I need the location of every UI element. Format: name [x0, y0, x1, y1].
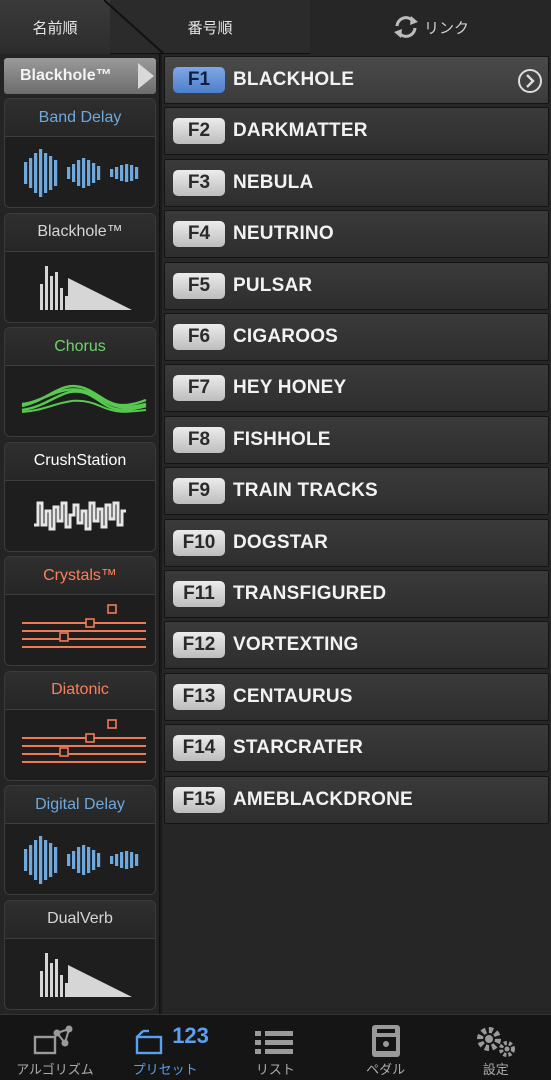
algorithm-tile[interactable]: Crystals™ — [4, 556, 156, 666]
algorithm-list: Blackhole™ Band Delay Blackhole™ Chorus … — [0, 54, 160, 1014]
nav-label: プリセット — [132, 1062, 198, 1077]
preset-row[interactable]: F11 TRANSFIGURED — [164, 570, 549, 618]
algorithm-label: Band Delay — [5, 99, 155, 137]
delay-bars-icon — [5, 824, 155, 894]
preset-number-badge: F7 — [173, 375, 225, 402]
preset-name: BLACKHOLE — [233, 69, 355, 90]
preset-row[interactable]: F2 DARKMATTER — [164, 107, 549, 156]
algorithm-label: DualVerb — [5, 900, 155, 939]
preset-name: DOGSTAR — [233, 531, 328, 553]
preset-number-badge: F2 — [173, 118, 225, 145]
pitch-staff-icon — [5, 595, 155, 665]
preset-number-badge: F3 — [173, 169, 225, 196]
gear-icon — [471, 1015, 521, 1059]
refresh-icon — [393, 16, 418, 38]
preset-row[interactable]: F8 FISHHOLE — [164, 415, 549, 464]
preset-row[interactable]: F4 NEUTRINO — [164, 210, 549, 259]
preset-row[interactable]: F3 NEBULA — [164, 158, 549, 207]
algorithm-tile[interactable]: Diatonic — [4, 670, 156, 781]
preset-row[interactable]: F7 HEY HONEY — [164, 364, 549, 413]
nav-button[interactable]: 123 プリセット — [110, 1015, 220, 1080]
pitch-staff-icon — [5, 710, 155, 780]
preset-name: HEY HONEY — [233, 377, 347, 399]
preset-row[interactable]: F12 VORTEXTING — [164, 621, 549, 670]
reverb-decay-icon — [5, 939, 155, 1009]
preset-number-badge: F15 — [173, 786, 225, 813]
nav-label: リスト — [255, 1062, 295, 1077]
preset-row[interactable]: F1 BLACKHOLE — [164, 56, 549, 104]
list-icon — [253, 1015, 297, 1059]
crush-wave-icon — [5, 481, 155, 551]
nav-label: アルゴリズム — [16, 1062, 94, 1077]
nav-button[interactable]: ペダル — [331, 1015, 441, 1080]
preset-number-badge: F11 — [173, 581, 225, 607]
chorus-wave-icon — [5, 366, 155, 436]
preset-name: VORTEXTING — [233, 634, 359, 656]
nav-label: 設定 — [482, 1062, 509, 1077]
tab-link-label: リンク — [423, 19, 469, 37]
preset-name: NEBULA — [233, 171, 314, 193]
preset-number-badge: F8 — [173, 426, 225, 453]
algorithm-label: Diatonic — [5, 671, 155, 710]
preset-name: CIGAROOS — [233, 326, 339, 347]
tab-link[interactable]: リンク — [310, 0, 551, 54]
play-arrow-icon — [138, 63, 154, 89]
nav-button[interactable]: リスト — [220, 1015, 330, 1080]
nav-label: ペダル — [366, 1062, 406, 1077]
sort-tab-bar: 名前順 番号順 リンク — [0, 0, 551, 54]
preset-number-badge: F13 — [173, 683, 225, 710]
preset-name: TRANSFIGURED — [233, 583, 387, 604]
algorithm-tile[interactable]: Digital Delay — [4, 785, 156, 895]
algorithm-label: CrushStation — [5, 442, 155, 481]
preset-row[interactable]: F14 STARCRATER — [164, 724, 549, 773]
pedal-icon — [364, 1015, 408, 1059]
chevron-right-circle-icon[interactable] — [517, 68, 543, 94]
reverb-decay-icon — [5, 252, 155, 322]
preset-name: FISHHOLE — [233, 428, 331, 450]
tab-sort-by-name-label: 名前順 — [32, 19, 78, 37]
tab-divider — [104, 0, 165, 54]
preset-name: STARCRATER — [233, 737, 364, 759]
algorithm-label: Chorus — [5, 328, 155, 366]
preset-name: PULSAR — [233, 274, 313, 296]
algorithm-tile[interactable]: CrushStation — [4, 441, 156, 552]
preset-row[interactable]: F6 CIGAROOS — [164, 313, 549, 361]
nav-button[interactable]: 設定 — [441, 1015, 551, 1080]
preset-row[interactable]: F13 CENTAURUS — [164, 672, 549, 721]
preset-name: NEUTRINO — [233, 223, 334, 245]
preset-row[interactable]: F10 DOGSTAR — [164, 518, 549, 567]
preset-number-badge: F10 — [173, 529, 225, 556]
preset-name: CENTAURUS — [233, 685, 353, 707]
algorithm-tile[interactable]: DualVerb — [4, 899, 156, 1010]
algorithm-tile[interactable]: Blackhole™ — [4, 212, 156, 323]
preset-row[interactable]: F9 TRAIN TRACKS — [164, 467, 549, 516]
preset-row[interactable]: F15 AMEBLACKDRONE — [164, 775, 549, 824]
tab-sort-by-number-label: 番号順 — [187, 19, 233, 37]
preset-number-badge: F14 — [173, 735, 225, 762]
preset-number-badge: F4 — [173, 221, 225, 248]
tab-sort-by-name[interactable]: 名前順 — [0, 0, 110, 54]
preset-number-badge: F5 — [173, 272, 225, 299]
algorithm-tile[interactable]: Chorus — [4, 327, 156, 437]
nav-button[interactable]: アルゴリズム — [0, 1015, 110, 1080]
preset-name: DARKMATTER — [233, 120, 368, 142]
preset-number-badge: F1 — [173, 67, 225, 93]
algorithm-icon — [33, 1015, 77, 1059]
preset-number-badge: F6 — [173, 324, 225, 350]
preset-count-badge: 123 — [172, 1023, 209, 1048]
algorithm-label: Blackhole™ — [5, 213, 155, 252]
current-algorithm-label: Blackhole™ — [20, 67, 112, 84]
bottom-nav: アルゴリズム 123 プリセット リスト ペダル 設定 — [0, 1014, 551, 1080]
algorithm-label: Digital Delay — [5, 786, 155, 824]
current-algorithm-header[interactable]: Blackhole™ — [4, 58, 156, 94]
preset-list: F1 BLACKHOLE F2 DARKMATTER F3 NEBULA F4 … — [162, 54, 551, 1014]
preset-row[interactable]: F5 PULSAR — [164, 261, 549, 310]
algorithm-tile[interactable]: Band Delay — [4, 98, 156, 208]
preset-number-badge: F12 — [173, 632, 225, 659]
algorithm-label: Crystals™ — [5, 557, 155, 595]
delay-bars-icon — [5, 137, 155, 207]
preset-name: TRAIN TRACKS — [233, 480, 378, 502]
preset-number-badge: F9 — [173, 478, 225, 505]
preset-name: AMEBLACKDRONE — [233, 788, 413, 810]
